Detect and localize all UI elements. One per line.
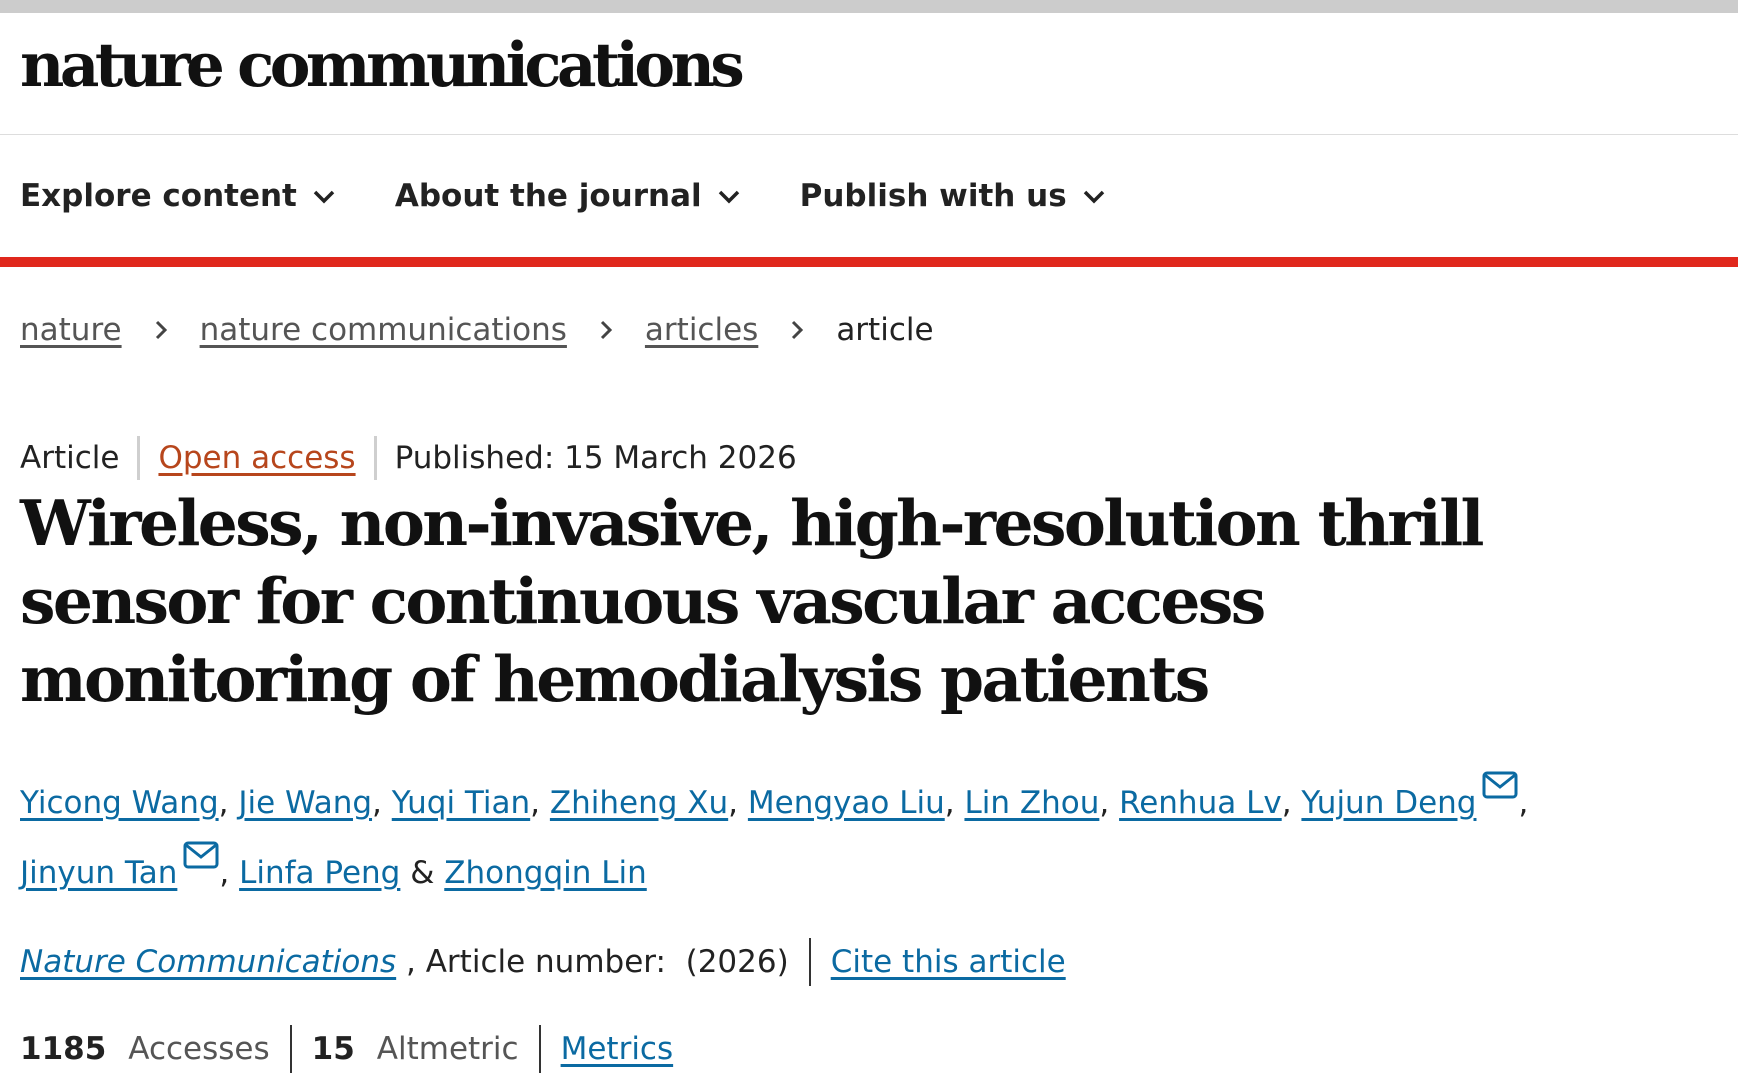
accesses-label: Accesses — [128, 1031, 270, 1067]
author-separator: , — [1099, 785, 1120, 821]
altmetric-label: Altmetric — [376, 1031, 519, 1067]
author-link[interactable]: Yuqi Tian — [392, 785, 530, 821]
altmetric-count: 15 — [311, 1031, 355, 1067]
author-separator: , — [530, 785, 550, 821]
citation-line: Nature Communications , Article number: … — [20, 938, 1066, 986]
article-type: Article — [20, 440, 120, 476]
published-date: Published: 15 March 2026 — [394, 440, 797, 476]
cite-this-article-link[interactable]: Cite this article — [831, 944, 1066, 980]
author-link[interactable]: Renhua Lv — [1119, 785, 1282, 821]
citation-divider — [808, 938, 811, 986]
author-link[interactable]: Yicong Wang — [20, 785, 219, 821]
author-link[interactable]: Jie Wang — [238, 785, 372, 821]
author-link[interactable]: Linfa Peng — [239, 855, 400, 891]
article-number: , Article number: (2026) — [396, 944, 789, 980]
journal-link[interactable]: Nature Communications — [20, 944, 396, 980]
chevron-down-icon — [1083, 190, 1104, 204]
metrics-divider — [289, 1025, 292, 1073]
metrics-divider — [538, 1025, 541, 1073]
author-link[interactable]: Mengyao Liu — [748, 785, 945, 821]
metrics-link[interactable]: Metrics — [561, 1031, 674, 1067]
author-separator: , — [218, 785, 239, 821]
author-link[interactable]: Yujun Deng — [1301, 785, 1476, 821]
author-separator: & — [400, 855, 445, 891]
masthead: nature communications — [0, 13, 1738, 134]
nav-label: Explore content — [20, 178, 297, 214]
open-access-link[interactable]: Open access — [158, 440, 355, 476]
nav-label: Publish with us — [799, 178, 1067, 214]
article-title: Wireless, non-invasive, high-resolution … — [20, 486, 1485, 716]
breadcrumb-link-articles[interactable]: articles — [645, 312, 758, 348]
breadcrumb-current: article — [836, 312, 934, 348]
chevron-right-icon — [792, 320, 804, 340]
accent-bar — [0, 257, 1738, 267]
nav-label: About the journal — [394, 178, 702, 214]
meta-divider — [373, 436, 377, 480]
breadcrumb-link-nature-communications[interactable]: nature communications — [200, 312, 567, 348]
author-separator: , — [1281, 785, 1302, 821]
author-separator: , — [219, 855, 240, 891]
nav-publish-with-us[interactable]: Publish with us — [800, 178, 1107, 214]
chevron-down-icon — [313, 190, 335, 204]
article-meta: Article Open access Published: 15 March … — [20, 436, 797, 480]
meta-divider — [137, 436, 141, 480]
author-separator: , — [944, 785, 965, 821]
main-nav: Explore content About the journal Publis… — [0, 135, 1738, 257]
envelope-icon[interactable] — [1482, 771, 1518, 799]
top-strip — [0, 0, 1738, 13]
nav-explore-content[interactable]: Explore content — [20, 178, 337, 214]
article-metrics: 1185 Accesses 15 Altmetric Metrics — [20, 1025, 673, 1073]
journal-logo[interactable]: nature communications — [20, 35, 745, 96]
nav-about-the-journal[interactable]: About the journal — [395, 178, 742, 214]
author-separator: , — [728, 785, 748, 821]
accesses-count: 1185 — [20, 1031, 107, 1067]
author-list: Yicong Wang, Jie Wang, Yuqi Tian, Zhihen… — [20, 768, 1580, 908]
author-link[interactable]: Jinyun Tan — [20, 855, 177, 891]
chevron-down-icon — [718, 190, 739, 204]
author-separator: , — [1518, 785, 1539, 821]
chevron-right-icon — [600, 320, 613, 340]
chevron-right-icon — [155, 320, 167, 340]
author-separator: , — [372, 785, 392, 821]
author-link[interactable]: Zhongqin Lin — [444, 855, 647, 891]
breadcrumb: nature nature communications articles ar… — [20, 312, 934, 348]
author-link[interactable]: Lin Zhou — [964, 785, 1099, 821]
envelope-icon[interactable] — [183, 841, 219, 869]
author-link[interactable]: Zhiheng Xu — [550, 785, 728, 821]
breadcrumb-link-nature[interactable]: nature — [20, 312, 122, 348]
